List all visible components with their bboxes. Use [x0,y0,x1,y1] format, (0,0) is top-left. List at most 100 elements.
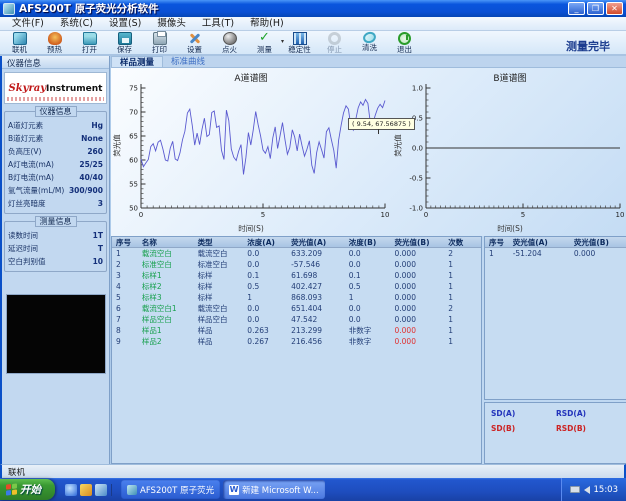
table-row[interactable]: 1-51.2040.000 [485,248,626,259]
table-cell: 标准空白 [138,259,194,270]
table-cell: 6 [112,303,138,314]
table-row[interactable]: 4标样2标样0.5402.4270.50.0001 [112,281,481,292]
minimize-button[interactable]: _ [568,2,585,15]
column-header: 浓度(B) [345,237,391,247]
info-value: T [98,242,103,255]
table-cell: 1 [444,314,481,325]
toolbar-button-settings[interactable]: 设置 [177,32,212,55]
info-label: B灯电流(mA) [8,171,54,184]
measure-info-group: 测量信息 读数时间1T延迟时间T空白判别值10 [4,221,107,272]
info-row: A灯电流(mA)25/25 [8,158,103,171]
tab-sample-measure[interactable]: 样品测量 [111,56,163,67]
taskbar-task-button[interactable]: W新建 Microsoft W... [223,480,325,499]
table-cell: 标样3 [138,292,194,303]
quick-launch-bar [61,484,112,496]
save-icon [118,32,132,45]
column-header: 名称 [138,237,194,247]
sample-table: 序号名称类型浓度(A)荧光值(A)浓度(B)荧光值(B)次数 1载流空白载流空白… [111,236,482,464]
ie-icon[interactable] [65,484,77,496]
info-row: A道灯元素Hg [8,119,103,132]
logo-text-black: Instrument [46,84,102,94]
table-cell: 载流空白 [194,303,244,314]
info-value: 260 [87,145,103,158]
table-cell: 0.263 [243,325,287,336]
toolbar-button-preheat[interactable]: 预热 [37,32,72,55]
toolbar-button-label: 预热 [47,46,62,54]
menu-item[interactable]: 文件(F) [4,17,52,31]
svg-text:10: 10 [381,211,390,219]
table-row[interactable]: 1载流空白载流空白0.0633.2090.00.0002 [112,248,481,259]
table-row[interactable]: 6载流空白1载流空白0.0651.4040.00.0002 [112,303,481,314]
measure-status-text: 测量完毕 [566,38,610,54]
table-cell: 1 [444,336,481,347]
table-cell: 0.0 [345,314,391,325]
toolbar-button-label: 点火 [222,46,237,54]
toolbar-button-stability[interactable]: 稳定性 [282,32,317,55]
toolbar-button-exit[interactable]: 退出 [387,32,422,55]
menu-item[interactable]: 帮助(H) [242,17,292,31]
title-bar: AFS200T 原子荧光分析软件 _ ❐ ✕ [0,0,626,17]
table-cell: 0.5 [243,281,287,292]
stability-icon [293,32,307,45]
toolbar-button-save[interactable]: 保存 [107,32,142,55]
toolbar-button-ignite[interactable]: 点火 [212,32,247,55]
column-header: 荧光值(B) [391,237,445,247]
start-button[interactable]: 开始 [0,479,55,500]
menu-item[interactable]: 系统(C) [52,17,101,31]
table-cell: 1 [243,292,287,303]
stop-icon [328,32,341,45]
table-cell: 0.000 [391,281,445,292]
status-bar: 联机 [0,464,626,478]
close-button[interactable]: ✕ [606,2,623,15]
table-cell: 载流空白 [194,248,244,259]
tab-standard-curve[interactable]: 标准曲线 [163,56,213,67]
info-row: 灯丝亮暗度3 [8,197,103,210]
table-row[interactable]: 7样品空白样品空白0.047.5420.00.0001 [112,314,481,325]
table-cell: 0.0 [345,248,391,259]
main-panel: 样品测量 标准曲线 A道谱图 荧光值 0510505560657075 时间(S… [111,56,626,464]
info-row: B灯电流(mA)40/40 [8,171,103,184]
ignite-icon [223,32,237,45]
table-row[interactable]: 9样品2样品0.267216.456非数字0.0001 [112,336,481,347]
toolbar-button-stop[interactable]: 停止 [317,32,352,55]
maximize-button[interactable]: ❐ [587,2,604,15]
table-cell: 载流空白1 [138,303,194,314]
connect-icon [13,32,27,45]
menu-item[interactable]: 摄像头 [149,17,194,31]
tooltip-pointer [378,129,379,134]
measure-info-rows: 读数时间1T延迟时间T空白判别值10 [8,229,103,268]
stats-panel: SD(A)RSD(A)SD(B)RSD(B) [484,402,626,464]
taskbar-task-button[interactable]: AFS200T 原子荧光 [121,480,220,499]
toolbar-button-print[interactable]: 打印 [142,32,177,55]
table-row[interactable]: 8样品1样品0.263213.299非数字0.0001 [112,325,481,336]
toolbar-button-clean[interactable]: 清洗 [352,32,387,55]
table-row[interactable]: 3标样1标样0.161.6980.10.0001 [112,270,481,281]
toolbar-button-open[interactable]: 打开 [72,32,107,55]
table-cell: 非数字 [345,336,391,347]
show-desktop-icon[interactable] [80,484,92,496]
table-cell: 样品1 [138,325,194,336]
media-player-icon[interactable] [95,484,107,496]
table-cell: 1 [444,270,481,281]
table-cell: 0.0 [345,303,391,314]
menu-item[interactable]: 设置(S) [101,17,149,31]
table-row[interactable]: 5标样3标样1868.09310.0001 [112,292,481,303]
logo-text-red: Skyray [9,83,47,94]
channel-b-plot: 0510-1.0-0.50.00.51.0 [392,68,626,236]
keyboard-layout-icon[interactable] [570,486,580,493]
table-cell: 样品2 [138,336,194,347]
table-cell: 3 [112,270,138,281]
volume-icon[interactable] [584,486,590,494]
table-cell: 1 [345,292,391,303]
toolbar-button-measure[interactable]: ✓▾测量 [247,32,282,55]
camera-view [6,294,106,374]
skyray-logo: SkyrayInstrument [4,72,107,104]
table-cell: 1 [444,292,481,303]
toolbar: 联机预热 打开保存打印设置点火 ✓▾测量稳定性停止清洗退出 测量完毕 [0,31,626,56]
menu-item[interactable]: 工具(T) [194,17,242,31]
table-row[interactable]: 2标准空白标准空白0.0-57.5460.00.0001 [112,259,481,270]
toolbar-button-connect[interactable]: 联机 [2,32,37,55]
system-tray: 15:03 [561,478,626,501]
stat-label: SD(A) [491,409,556,418]
instrument-info-rows: A道灯元素HgB道灯元素None负高压(V)260A灯电流(mA)25/25B灯… [8,119,103,210]
